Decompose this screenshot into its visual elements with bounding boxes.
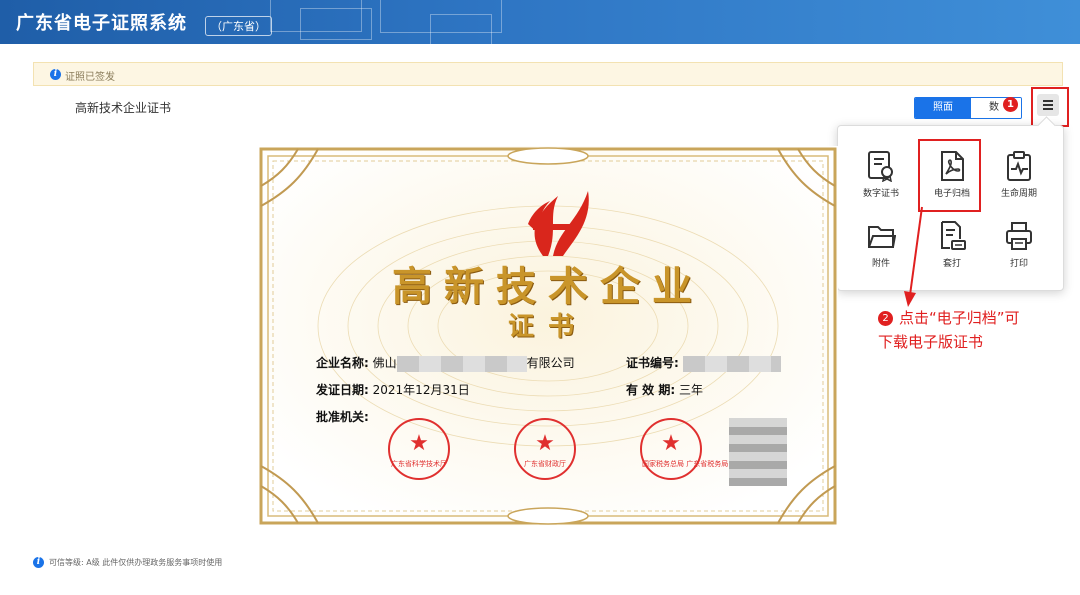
issue-date-value: 2021年12月31日 xyxy=(372,383,470,397)
seal-text: 广东省科学技术厅 xyxy=(391,460,447,468)
authority-label: 批准机关: xyxy=(316,410,369,424)
star-icon: ★ xyxy=(661,431,681,456)
seal-text: 广东省财政厅 xyxy=(524,460,566,468)
lifecycle-icon xyxy=(1007,151,1031,181)
issue-date-label: 发证日期: xyxy=(316,383,369,397)
menu-item-label: 数字证书 xyxy=(862,189,899,199)
issue-date-row: 发证日期: 2021年12月31日 xyxy=(316,381,470,398)
cert-number-row: 证书编号: xyxy=(626,354,781,372)
seal-stamp: ★ 广东省财政厅 xyxy=(514,418,576,480)
view-tab-face[interactable]: 照面 xyxy=(915,98,971,118)
validity-label: 有 效 期: xyxy=(626,383,676,397)
banner-decoration xyxy=(430,14,492,44)
printer-icon xyxy=(1006,222,1032,250)
redacted-block xyxy=(682,355,781,372)
region-badge: （广东省） xyxy=(205,16,272,36)
banner-decoration xyxy=(300,8,372,40)
app-title: 广东省电子证照系统 xyxy=(16,13,187,34)
certificate-subheading: 证书 xyxy=(507,312,588,342)
info-icon: i xyxy=(33,557,44,568)
redacted-block xyxy=(396,355,527,372)
menu-item-label: 打印 xyxy=(1009,259,1028,269)
seal-text: 国家税务总局 广东省税务局 xyxy=(642,460,729,468)
company-name-label: 企业名称: xyxy=(316,356,369,370)
seal-stamp: ★ 广东省科学技术厅 xyxy=(388,418,450,480)
certificate-heading: 高新技术企业 xyxy=(392,263,704,310)
menu-item-digital-cert[interactable]: 数字证书 xyxy=(851,150,911,210)
company-name-suffix: 有限公司 xyxy=(526,356,575,370)
notice-text: 证照已签发 xyxy=(65,72,115,83)
info-icon: i xyxy=(50,69,61,80)
validity-value: 三年 xyxy=(678,383,703,397)
company-name-row: 企业名称: 佛山 有限公司 xyxy=(316,354,575,372)
page-title: 高新技术企业证书 xyxy=(75,101,172,115)
header-banner: 广东省电子证照系统 （广东省） xyxy=(0,0,1080,44)
authority-row: 批准机关: xyxy=(316,408,369,425)
footer-text: 可信等级: A级 此件仅供办理政务服务事项时使用 xyxy=(49,558,223,567)
validity-row: 有 效 期: 三年 xyxy=(626,381,703,398)
company-name-prefix: 佛山 xyxy=(372,356,397,370)
status-notice: i 证照已签发 xyxy=(33,62,1063,86)
menu-item-lifecycle[interactable]: 生命周期 xyxy=(989,150,1049,210)
redacted-qr-code xyxy=(729,418,787,486)
star-icon: ★ xyxy=(535,431,555,456)
menu-item-label: 生命周期 xyxy=(1000,189,1037,199)
star-icon: ★ xyxy=(409,431,429,456)
callout-line-1: 点击“电子归档”可 xyxy=(899,309,1020,327)
seal-stamp: ★ 国家税务总局 广东省税务局 xyxy=(640,418,729,480)
menu-item-print[interactable]: 打印 xyxy=(989,220,1049,280)
step-badge-1: 1 xyxy=(1003,97,1018,112)
cert-number-label: 证书编号: xyxy=(626,356,679,370)
callout-line-2: 下载电子版证书 xyxy=(878,333,984,351)
highlight-box-archive xyxy=(918,139,981,212)
pointer-arrow xyxy=(904,206,923,307)
menu-item-label: 套打 xyxy=(942,259,961,269)
annotation-callout: 2 点击“电子归档”可 下载电子版证书 xyxy=(878,306,1078,354)
folder-icon xyxy=(868,226,896,248)
overprint-icon xyxy=(941,221,966,250)
step-badge-2: 2 xyxy=(878,311,893,326)
certificate-icon xyxy=(868,151,893,182)
menu-item-overprint[interactable]: 套打 xyxy=(922,220,982,280)
